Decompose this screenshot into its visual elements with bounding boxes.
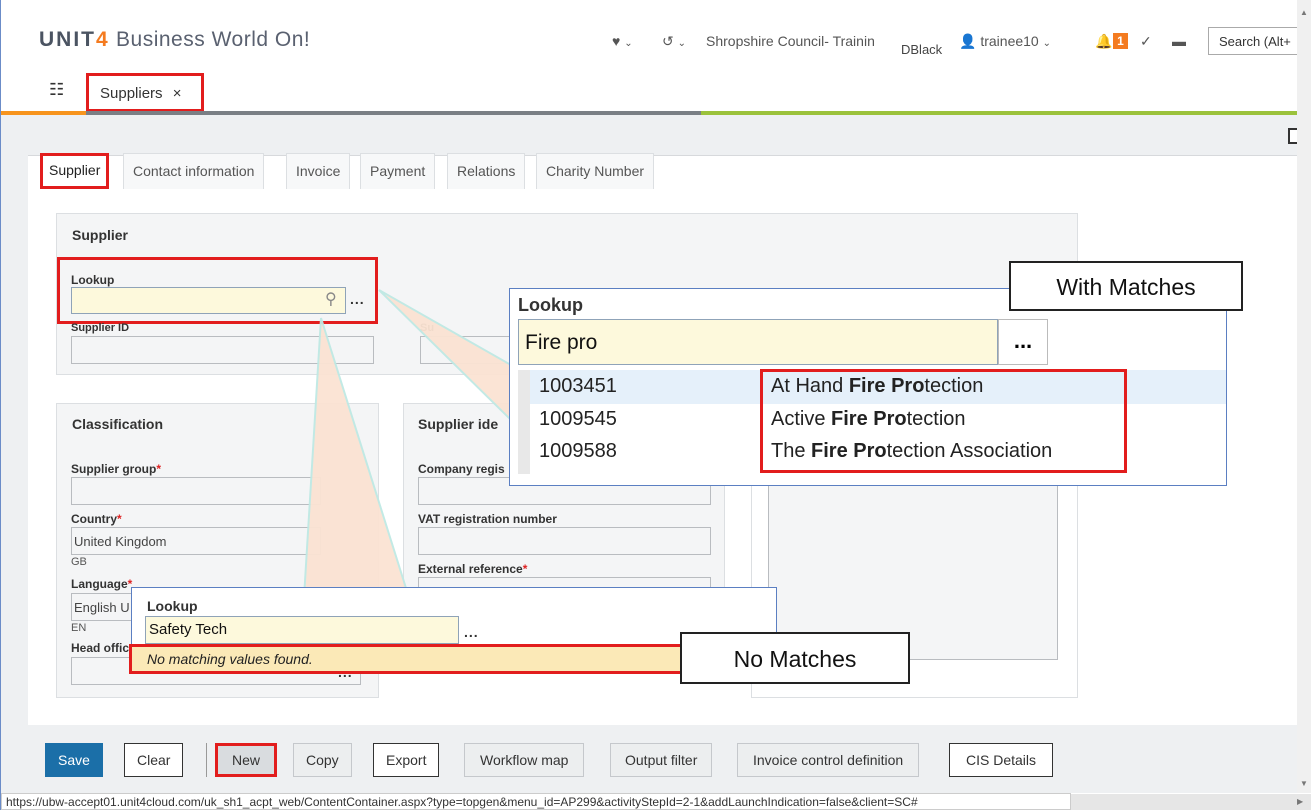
highlight-no-matches	[129, 644, 699, 674]
cis-details-button[interactable]: CIS Details	[949, 743, 1054, 777]
supplier-identification-title: Supplier ide	[418, 416, 499, 432]
vertical-scrollbar[interactable]	[1297, 0, 1311, 793]
supplier-name-field[interactable]	[420, 336, 520, 364]
vat-field[interactable]	[418, 527, 711, 555]
status-url: https://ubw-accept01.unit4cloud.com/uk_s…	[1, 793, 1071, 810]
app-logo[interactable]: UNIT4 Business World On!	[39, 28, 310, 52]
tab-suppliers[interactable]: Suppliers ×	[86, 73, 204, 112]
bell-icon[interactable]: 🔔	[1095, 33, 1112, 50]
country-value: United Kingdom	[74, 534, 167, 549]
workflow-map-button[interactable]: Workflow map	[464, 743, 585, 777]
global-search-input[interactable]: Search (Alt+	[1208, 27, 1308, 55]
tasks-check-icon[interactable]: ✓	[1140, 33, 1152, 50]
user-menu[interactable]: 👤 trainee10 ⌄	[959, 33, 1051, 50]
vat-label: VAT registration number	[418, 512, 557, 526]
tab-suppliers-label: Suppliers	[100, 85, 163, 102]
scroll-down-icon[interactable]: ▼	[1300, 779, 1308, 788]
user-icon: 👤	[959, 33, 977, 49]
supplier-group-field[interactable]	[71, 477, 321, 505]
scroll-right-icon[interactable]: ▶	[1297, 797, 1303, 806]
language-label: Language*	[71, 577, 133, 591]
supplier-group-label: Supplier group*	[71, 462, 162, 476]
result-2-id[interactable]: 1009545	[539, 408, 617, 431]
copy-button[interactable]: Copy	[293, 743, 352, 777]
user-code: DBlack	[901, 42, 943, 57]
head-office-label: Head offic	[71, 641, 130, 655]
chevron-down-icon: ⌄	[1042, 38, 1051, 49]
save-button[interactable]: Save	[45, 743, 103, 777]
supplier-id-label: Supplier ID	[71, 322, 130, 334]
tab-invoice[interactable]: Invoice	[286, 153, 351, 189]
classification-title: Classification	[72, 416, 164, 432]
new-button[interactable]: New	[215, 743, 278, 777]
company-registration-label: Company regis	[418, 462, 505, 476]
callout-no-matches: No Matches	[680, 632, 910, 684]
favorites-icon[interactable]: ♥ ⌄	[612, 33, 633, 49]
no-matches-browse-button[interactable]: ...	[464, 624, 479, 640]
menu-grid-icon[interactable]: ☷	[49, 80, 64, 100]
country-label: Country*	[71, 512, 122, 526]
callout-with-matches: With Matches	[1009, 261, 1243, 311]
result-3-id[interactable]: 1009588	[539, 440, 617, 463]
tab-relations[interactable]: Relations	[447, 153, 526, 189]
with-matches-browse-button[interactable]: ...	[998, 319, 1048, 365]
horizontal-scrollbar[interactable]	[1071, 794, 1311, 810]
language-value: English U	[74, 600, 130, 615]
history-icon[interactable]: ↺ ⌄	[662, 33, 686, 50]
highlight-result-names	[760, 369, 1127, 473]
supplier-name-label: Su	[420, 322, 435, 334]
logo-brand: UNIT4	[39, 28, 110, 51]
no-matches-lookup-input[interactable]: Safety Tech	[145, 616, 459, 644]
notification-badge: 1	[1113, 33, 1128, 49]
external-reference-label: External reference*	[418, 562, 528, 576]
tab-payment[interactable]: Payment	[360, 153, 436, 189]
highlight-lookup	[57, 257, 378, 324]
with-matches-lookup-input[interactable]: Fire pro	[518, 319, 998, 365]
export-button[interactable]: Export	[373, 743, 440, 777]
close-icon[interactable]: ×	[173, 85, 182, 102]
tab-contact-information[interactable]: Contact information	[123, 153, 265, 189]
language-field[interactable]: English U	[71, 593, 136, 621]
client-selector[interactable]: Shropshire Council- Trainin	[706, 33, 875, 49]
language-code: EN	[71, 622, 87, 634]
chat-icon[interactable]: ▬	[1172, 33, 1186, 49]
no-matches-lookup-label: Lookup	[147, 598, 198, 614]
country-code: GB	[71, 556, 87, 568]
button-divider	[206, 743, 207, 777]
tab-charity-number[interactable]: Charity Number	[536, 153, 655, 189]
result-1-id[interactable]: 1003451	[539, 375, 617, 398]
supplier-id-field[interactable]	[71, 336, 374, 364]
clear-button[interactable]: Clear	[124, 743, 184, 777]
with-matches-lookup-label: Lookup	[518, 295, 583, 315]
scroll-up-icon[interactable]: ▲	[1300, 8, 1308, 17]
supplier-section-title: Supplier	[72, 227, 129, 243]
additional-field[interactable]	[768, 460, 1058, 660]
logo-product: Business World On!	[116, 28, 311, 51]
tab-supplier[interactable]: Supplier	[40, 153, 110, 189]
invoice-control-button[interactable]: Invoice control definition	[737, 743, 920, 777]
result-scroll-gutter	[518, 370, 530, 474]
username: trainee10	[980, 33, 1039, 49]
output-filter-button[interactable]: Output filter	[610, 743, 713, 777]
country-field[interactable]: United Kingdom	[71, 527, 321, 555]
